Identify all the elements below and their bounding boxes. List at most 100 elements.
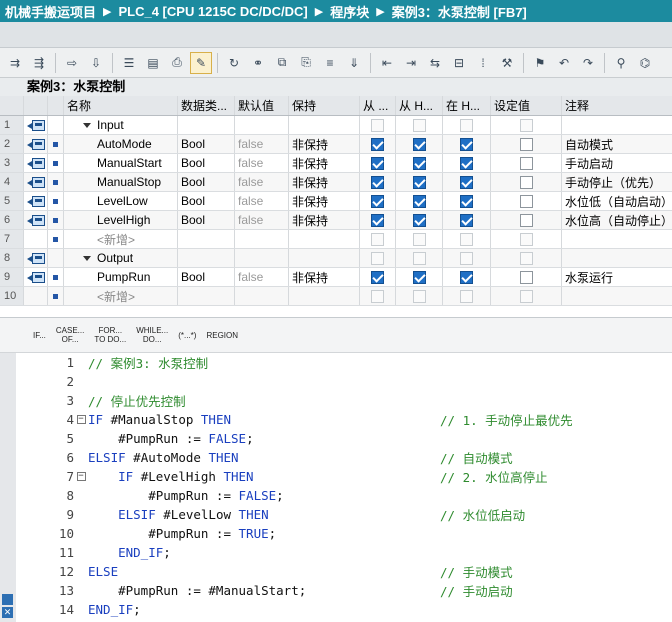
unchecked-checkbox[interactable]	[412, 118, 426, 132]
retain-cell[interactable]	[289, 287, 360, 305]
breadcrumb-program-blocks[interactable]: 程序块	[330, 2, 369, 21]
comment-cell[interactable]: 水泵运行	[562, 268, 672, 286]
code-line[interactable]: 5 #PumpRun := FALSE;	[48, 429, 672, 448]
variable-row[interactable]: 9 PumpRun Bool false 非保持 水泵运行	[0, 268, 672, 287]
setpoint-cell[interactable]	[491, 135, 562, 153]
add-new-row[interactable]: 7 <新增>	[0, 230, 672, 249]
glasses-icon[interactable]: ⌬	[634, 52, 656, 74]
visible-hmi-cell[interactable]	[443, 211, 491, 229]
visible-hmi-cell[interactable]	[443, 135, 491, 153]
bookmark-icon[interactable]: ⚑	[529, 52, 551, 74]
close-icon[interactable]: ✕	[2, 607, 13, 618]
add-row-icon[interactable]: ⇶	[28, 52, 50, 74]
collapse-arrow-icon[interactable]	[83, 255, 91, 261]
unchecked-checkbox[interactable]	[412, 289, 426, 303]
default-value-cell[interactable]: false	[235, 173, 289, 191]
retain-cell[interactable]: 非保持	[289, 173, 360, 191]
checked-checkbox[interactable]	[460, 156, 473, 170]
visible-hmi-cell[interactable]	[443, 173, 491, 191]
unchecked-checkbox[interactable]	[371, 289, 384, 303]
accessible-hmi-cell[interactable]	[360, 135, 396, 153]
datatype-cell[interactable]	[178, 287, 235, 305]
default-value-cell[interactable]	[235, 116, 289, 134]
checked-checkbox[interactable]	[412, 156, 426, 170]
visible-hmi-cell[interactable]	[443, 268, 491, 286]
header-default[interactable]: 默认值	[235, 96, 289, 115]
accessible-hmi-cell[interactable]	[360, 192, 396, 210]
name-cell[interactable]: Input	[64, 116, 178, 134]
header-writable-hmi[interactable]: 从 H...	[396, 96, 443, 115]
undo-icon[interactable]: ↶	[553, 52, 575, 74]
name-cell[interactable]: Output	[64, 249, 178, 267]
link-icon[interactable]: ⚭	[247, 52, 269, 74]
export-icon[interactable]: ⇨	[61, 52, 83, 74]
visible-hmi-cell[interactable]	[443, 154, 491, 172]
accessible-hmi-cell[interactable]	[360, 211, 396, 229]
checked-checkbox[interactable]	[371, 194, 384, 208]
scl-keyword-button[interactable]: REGION	[203, 320, 241, 350]
scl-keyword-button[interactable]: WHILE... DO...	[133, 320, 171, 350]
variable-row[interactable]: 3 ManualStart Bool false 非保持 手动启动	[0, 154, 672, 173]
default-value-cell[interactable]	[235, 249, 289, 267]
add-new-row[interactable]: 10 <新增>	[0, 287, 672, 306]
datatype-cell[interactable]: Bool	[178, 211, 235, 229]
code-line[interactable]: 14 END_IF;	[48, 600, 672, 619]
code-line[interactable]: 7− IF #LevelHigh THEN // 2. 水位高停止	[48, 467, 672, 486]
panel-toggle-icon[interactable]	[2, 594, 13, 605]
datatype-cell[interactable]: Bool	[178, 268, 235, 286]
breadcrumb-project[interactable]: 机械手搬运项目	[5, 2, 96, 21]
unchecked-checkbox[interactable]	[519, 175, 533, 189]
list-bullets-icon[interactable]: ⁞	[472, 52, 494, 74]
section-row[interactable]: 8 Output	[0, 249, 672, 268]
setpoint-cell[interactable]	[491, 211, 562, 229]
wrench-icon[interactable]: ⚒	[496, 52, 518, 74]
accessible-hmi-cell[interactable]	[360, 230, 396, 248]
setpoint-cell[interactable]	[491, 287, 562, 305]
retain-cell[interactable]	[289, 249, 360, 267]
writable-hmi-cell[interactable]	[396, 135, 443, 153]
scl-keyword-button[interactable]: CASE... OF...	[53, 320, 87, 350]
unchecked-checkbox[interactable]	[519, 232, 533, 246]
setpoint-cell[interactable]	[491, 116, 562, 134]
checked-checkbox[interactable]	[371, 270, 384, 284]
checked-checkbox[interactable]	[460, 213, 473, 227]
checked-checkbox[interactable]	[371, 213, 384, 227]
download-icon[interactable]: ⇩	[85, 52, 107, 74]
code-line[interactable]: 12 ELSE // 手动模式	[48, 562, 672, 581]
writable-hmi-cell[interactable]	[396, 249, 443, 267]
code-line[interactable]: 8 #PumpRun := FALSE;	[48, 486, 672, 505]
accessible-hmi-cell[interactable]	[360, 173, 396, 191]
unchecked-checkbox[interactable]	[412, 232, 426, 246]
checked-checkbox[interactable]	[412, 194, 426, 208]
comment-cell[interactable]	[562, 230, 672, 248]
unchecked-checkbox[interactable]	[371, 118, 384, 132]
writable-hmi-cell[interactable]	[396, 268, 443, 286]
redo-icon[interactable]: ↷	[577, 52, 599, 74]
fold-toggle-icon[interactable]: −	[76, 472, 86, 481]
unchecked-checkbox[interactable]	[519, 156, 533, 170]
unchecked-checkbox[interactable]	[519, 251, 533, 265]
variable-row[interactable]: 6 LevelHigh Bool false 非保持 水位高（自动停止）	[0, 211, 672, 230]
visible-hmi-cell[interactable]	[443, 230, 491, 248]
datatype-cell[interactable]	[178, 116, 235, 134]
comment-cell[interactable]	[562, 116, 672, 134]
default-value-cell[interactable]: false	[235, 192, 289, 210]
comment-cell[interactable]	[562, 287, 672, 305]
comment-icon[interactable]: ⊟	[448, 52, 470, 74]
name-cell[interactable]: <新增>	[64, 230, 178, 248]
retain-cell[interactable]	[289, 116, 360, 134]
code-line[interactable]: 10 #PumpRun := TRUE;	[48, 524, 672, 543]
scl-keyword-button[interactable]: (*...*)	[175, 320, 199, 350]
header-setpoint[interactable]: 设定值	[491, 96, 562, 115]
default-value-cell[interactable]: false	[235, 211, 289, 229]
add-new-label[interactable]: <新增>	[97, 288, 135, 305]
name-cell[interactable]: <新增>	[64, 287, 178, 305]
checked-checkbox[interactable]	[371, 156, 384, 170]
header-name[interactable]: 名称	[64, 96, 178, 115]
print-icon[interactable]: ⎙	[166, 52, 188, 74]
checked-checkbox[interactable]	[412, 137, 426, 151]
breadcrumb-plc[interactable]: PLC_4 [CPU 1215C DC/DC/DC]	[118, 4, 307, 19]
variable-row[interactable]: 5 LevelLow Bool false 非保持 水位低（自动启动）	[0, 192, 672, 211]
indent-right-icon[interactable]: ⇥	[400, 52, 422, 74]
default-value-cell[interactable]: false	[235, 154, 289, 172]
